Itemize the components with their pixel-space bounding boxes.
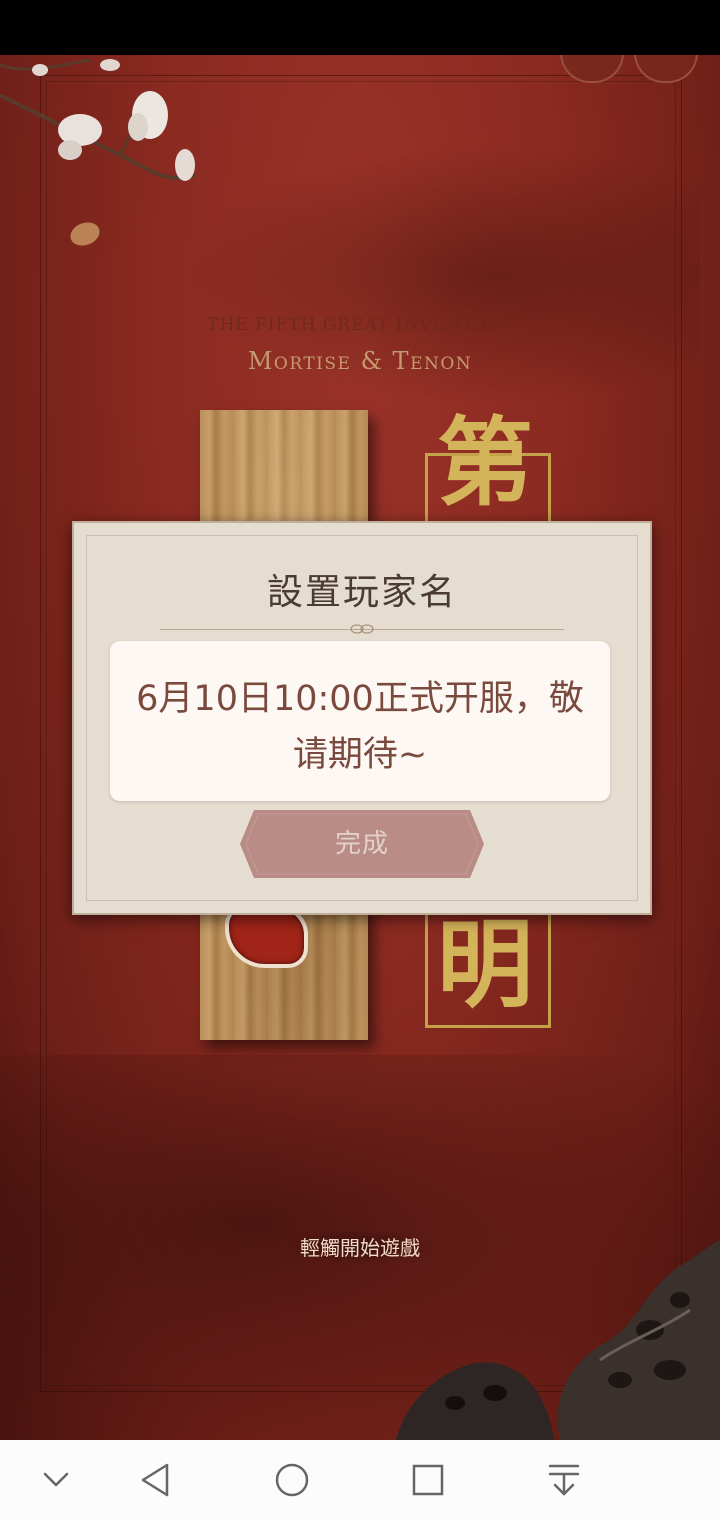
done-button[interactable]: 完成 [240,810,484,878]
recents-square-icon[interactable] [406,1458,450,1502]
notification-pull-icon[interactable] [542,1458,586,1502]
scholar-rock-decoration [557,1240,720,1440]
dialog-title: 設置玩家名 [266,572,457,613]
system-nav-bar [0,1440,720,1520]
back-triangle-icon[interactable] [134,1458,178,1502]
title-en: Mortise & Tenon [247,347,473,375]
start-prompt-label: 輕觸開始遊戲 [292,1230,428,1263]
divider-ornament-icon [350,624,374,634]
message-box: 6月10日10:00正式开服，敬请期待~ [110,641,610,801]
title-glyph-top: 第 [437,406,533,519]
scholar-rock-decoration [395,1362,555,1440]
magnolia-branch-icon [0,58,196,181]
status-bar [0,0,720,55]
done-button-label: 完成 [334,829,389,859]
title-glyph-bottom: 明 [437,908,533,1021]
subtitle-en: THE FIFTH GREAT INVENTION [207,315,513,335]
home-circle-icon[interactable] [270,1458,314,1502]
message-text: 6月10日10:00正式开服，敬请期待~ [136,679,584,775]
chevron-down-icon[interactable] [34,1458,78,1502]
set-player-name-dialog: 設置玩家名 6月10日10:00正式开服，敬请期待~ 完成 [72,521,652,915]
